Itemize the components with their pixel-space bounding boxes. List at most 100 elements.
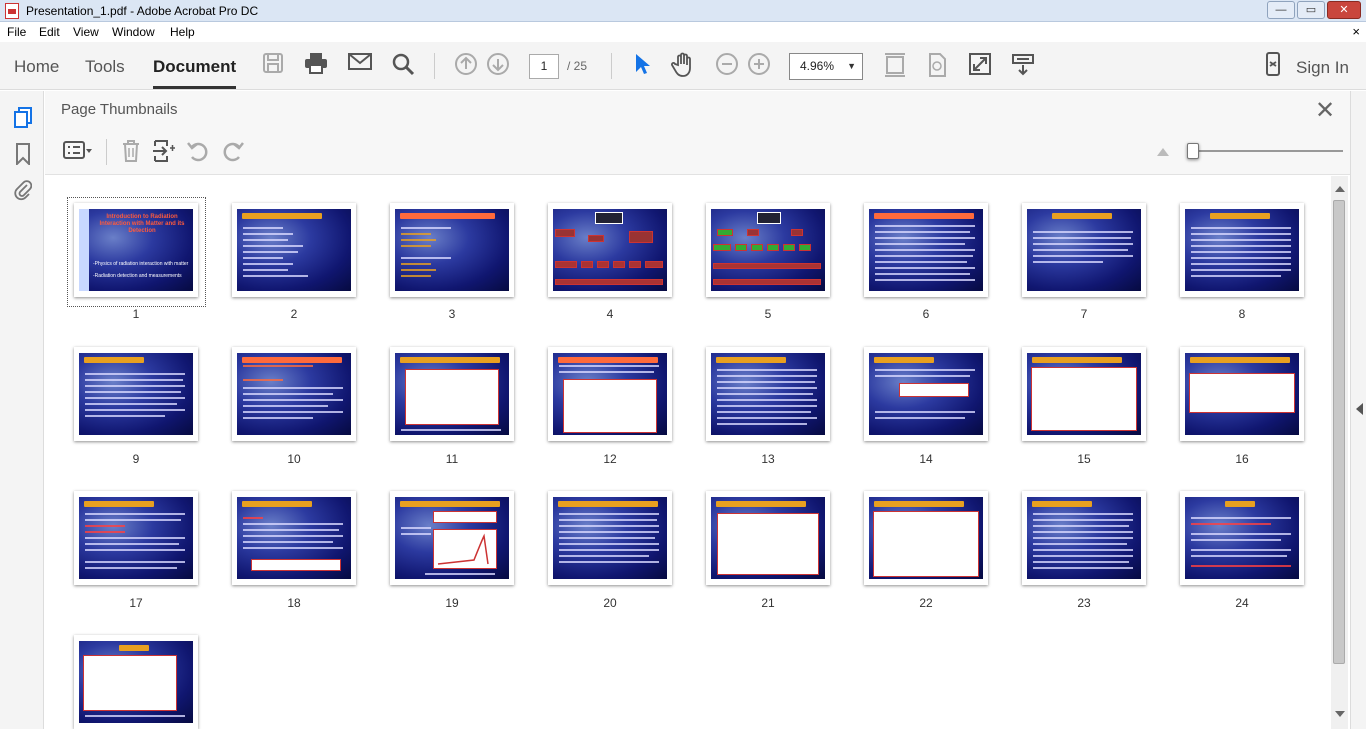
expand-right-pane-icon[interactable] xyxy=(1356,403,1363,415)
menu-help[interactable]: Help xyxy=(170,25,195,39)
scroll-up-arrow-icon[interactable] xyxy=(1335,186,1345,192)
menu-window[interactable]: Window xyxy=(112,25,155,39)
menu-view[interactable]: View xyxy=(73,25,99,39)
tab-tools[interactable]: Tools xyxy=(85,57,125,77)
maximize-button[interactable]: ▭ xyxy=(1297,1,1325,19)
page-thumbnail-3[interactable] xyxy=(390,203,514,297)
page-thumbnail-24[interactable] xyxy=(1180,491,1304,585)
previous-page-icon[interactable] xyxy=(453,52,479,78)
page-thumbnail-13[interactable] xyxy=(706,347,830,441)
slide-line xyxy=(1191,251,1291,253)
slide-preview xyxy=(869,497,983,579)
slide-equation-box xyxy=(1189,373,1295,413)
menu-file[interactable]: File xyxy=(7,25,26,39)
options-menu-icon[interactable] xyxy=(61,139,95,165)
slide-preview xyxy=(1185,497,1299,579)
page-thumbnail-18[interactable] xyxy=(232,491,356,585)
close-panel-icon[interactable]: ✕ xyxy=(1315,96,1335,125)
sign-in-button[interactable]: Sign In xyxy=(1296,58,1349,78)
slide-line xyxy=(1033,261,1103,263)
page-thumbnail-2[interactable] xyxy=(232,203,356,297)
bookmark-icon[interactable] xyxy=(12,143,34,167)
slide-line xyxy=(1191,523,1271,525)
attachment-icon[interactable] xyxy=(12,179,34,203)
slide-title-bar xyxy=(874,501,964,507)
page-thumbnail-1[interactable]: Introduction to Radiation Interaction wi… xyxy=(74,203,198,297)
tab-document[interactable]: Document xyxy=(153,57,237,89)
slide-graph-curve xyxy=(437,533,489,565)
slide-line xyxy=(1033,231,1133,233)
slide-line xyxy=(401,257,451,259)
page-thumbnail-5[interactable] xyxy=(706,203,830,297)
slide-line xyxy=(1033,243,1133,245)
page-thumbnail-17[interactable] xyxy=(74,491,198,585)
slider-handle[interactable] xyxy=(1187,143,1199,159)
page-thumbnail-10[interactable] xyxy=(232,347,356,441)
rotate-page-icon[interactable] xyxy=(924,52,950,78)
page-thumbnail-16[interactable] xyxy=(1180,347,1304,441)
slide-line xyxy=(1191,239,1291,241)
thumbnail-scrollbar[interactable] xyxy=(1331,176,1348,729)
page-thumbnail-23[interactable] xyxy=(1022,491,1146,585)
delete-page-icon[interactable] xyxy=(118,139,144,165)
page-thumbnails-icon[interactable] xyxy=(12,107,34,131)
page-thumbnail-20[interactable] xyxy=(548,491,672,585)
save-icon[interactable] xyxy=(260,52,286,78)
zoom-out-icon[interactable] xyxy=(714,52,740,78)
page-thumbnail-7[interactable] xyxy=(1022,203,1146,297)
page-number-label: 4 xyxy=(606,307,614,321)
scrollbar-thumb[interactable] xyxy=(1333,200,1345,664)
page-number-input[interactable]: 1 xyxy=(529,54,559,79)
slide-line xyxy=(401,527,431,529)
print-icon[interactable] xyxy=(303,52,329,78)
full-screen-icon[interactable] xyxy=(967,52,993,78)
select-cursor-icon[interactable] xyxy=(629,52,655,78)
zoom-level-select[interactable]: 4.96% ▼ xyxy=(789,53,863,80)
email-icon[interactable] xyxy=(347,52,373,78)
page-number-label: 17 xyxy=(129,596,143,610)
small-thumbnail-icon[interactable] xyxy=(1157,148,1169,156)
right-pane-toggle[interactable] xyxy=(1350,91,1366,729)
tab-home[interactable]: Home xyxy=(14,57,59,77)
page-thumbnail-12[interactable] xyxy=(548,347,672,441)
slide-preview xyxy=(711,497,825,579)
insert-page-icon[interactable] xyxy=(151,139,177,165)
search-icon[interactable] xyxy=(390,52,416,78)
thumbnail-size-slider[interactable] xyxy=(1187,143,1343,159)
page-thumbnail-15[interactable] xyxy=(1022,347,1146,441)
slide-line xyxy=(875,417,965,419)
page-thumbnail-21[interactable] xyxy=(706,491,830,585)
page-thumbnail-9[interactable] xyxy=(74,347,198,441)
mobile-link-icon[interactable] xyxy=(1260,52,1286,78)
slide-line xyxy=(85,397,185,399)
next-page-icon[interactable] xyxy=(485,52,511,78)
page-thumbnail-22[interactable] xyxy=(864,491,988,585)
fit-page-icon[interactable] xyxy=(882,52,908,78)
zoom-in-icon[interactable] xyxy=(746,52,772,78)
close-document-icon[interactable]: × xyxy=(1352,24,1360,39)
page-thumbnail-6[interactable] xyxy=(864,203,988,297)
page-thumbnail-25[interactable] xyxy=(74,635,198,729)
hand-tool-icon[interactable] xyxy=(670,52,696,78)
minimize-button[interactable]: — xyxy=(1267,1,1295,19)
slide-preview xyxy=(237,497,351,579)
page-thumbnail-4[interactable] xyxy=(548,203,672,297)
slide-line xyxy=(717,369,817,371)
rotate-counterclockwise-icon[interactable] xyxy=(185,139,211,165)
page-thumbnail-19[interactable] xyxy=(390,491,514,585)
page-thumbnail-8[interactable] xyxy=(1180,203,1304,297)
slide-text-box xyxy=(83,655,177,711)
slide-line xyxy=(875,243,965,245)
rotate-clockwise-icon[interactable] xyxy=(220,139,246,165)
page-number-label: 12 xyxy=(603,452,617,466)
slide-line xyxy=(559,543,659,545)
scroll-down-arrow-icon[interactable] xyxy=(1335,711,1345,717)
read-mode-icon[interactable] xyxy=(1010,52,1036,78)
page-thumbnail-14[interactable] xyxy=(864,347,988,441)
close-window-button[interactable]: ✕ xyxy=(1327,1,1361,19)
menu-edit[interactable]: Edit xyxy=(39,25,60,39)
slide-title-bar xyxy=(84,501,154,507)
slide-line xyxy=(717,387,817,389)
slide-line xyxy=(1191,257,1291,259)
page-thumbnail-11[interactable] xyxy=(390,347,514,441)
